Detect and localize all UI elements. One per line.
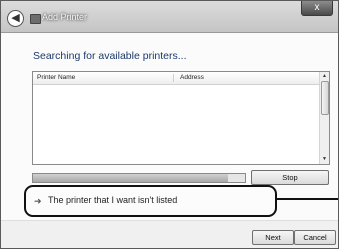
arrow-link-icon: ➜	[34, 196, 42, 206]
search-progress-bar	[32, 173, 246, 183]
next-button[interactable]: Next	[252, 230, 294, 245]
window-title: Add Printer	[42, 12, 88, 22]
printer-list[interactable]: Printer Name Address ▲ ▼	[32, 71, 330, 165]
back-button[interactable]: ◀	[7, 10, 24, 27]
printer-icon	[30, 14, 41, 24]
close-button[interactable]: x	[301, 1, 333, 16]
list-scrollbar[interactable]: ▲ ▼	[319, 72, 329, 164]
stop-button[interactable]: Stop	[251, 170, 329, 185]
scroll-thumb[interactable]	[321, 81, 329, 115]
page-heading: Searching for available printers...	[33, 50, 187, 62]
list-header: Printer Name Address	[33, 72, 320, 85]
scroll-down-icon[interactable]: ▼	[320, 155, 329, 164]
column-separator[interactable]	[173, 74, 174, 82]
title-bar: ◀ Add Printer x	[1, 1, 338, 33]
cancel-button[interactable]: Cancel	[294, 230, 336, 245]
printer-not-listed-link[interactable]: The printer that I want isn't listed	[48, 195, 177, 205]
add-printer-window: ◀ Add Printer x Searching for available …	[0, 0, 339, 249]
callout-line	[276, 198, 338, 200]
search-progress-fill	[33, 174, 229, 182]
scroll-up-icon[interactable]: ▲	[320, 72, 329, 81]
column-header-printer-name[interactable]: Printer Name	[37, 72, 75, 84]
column-header-address[interactable]: Address	[180, 72, 204, 84]
